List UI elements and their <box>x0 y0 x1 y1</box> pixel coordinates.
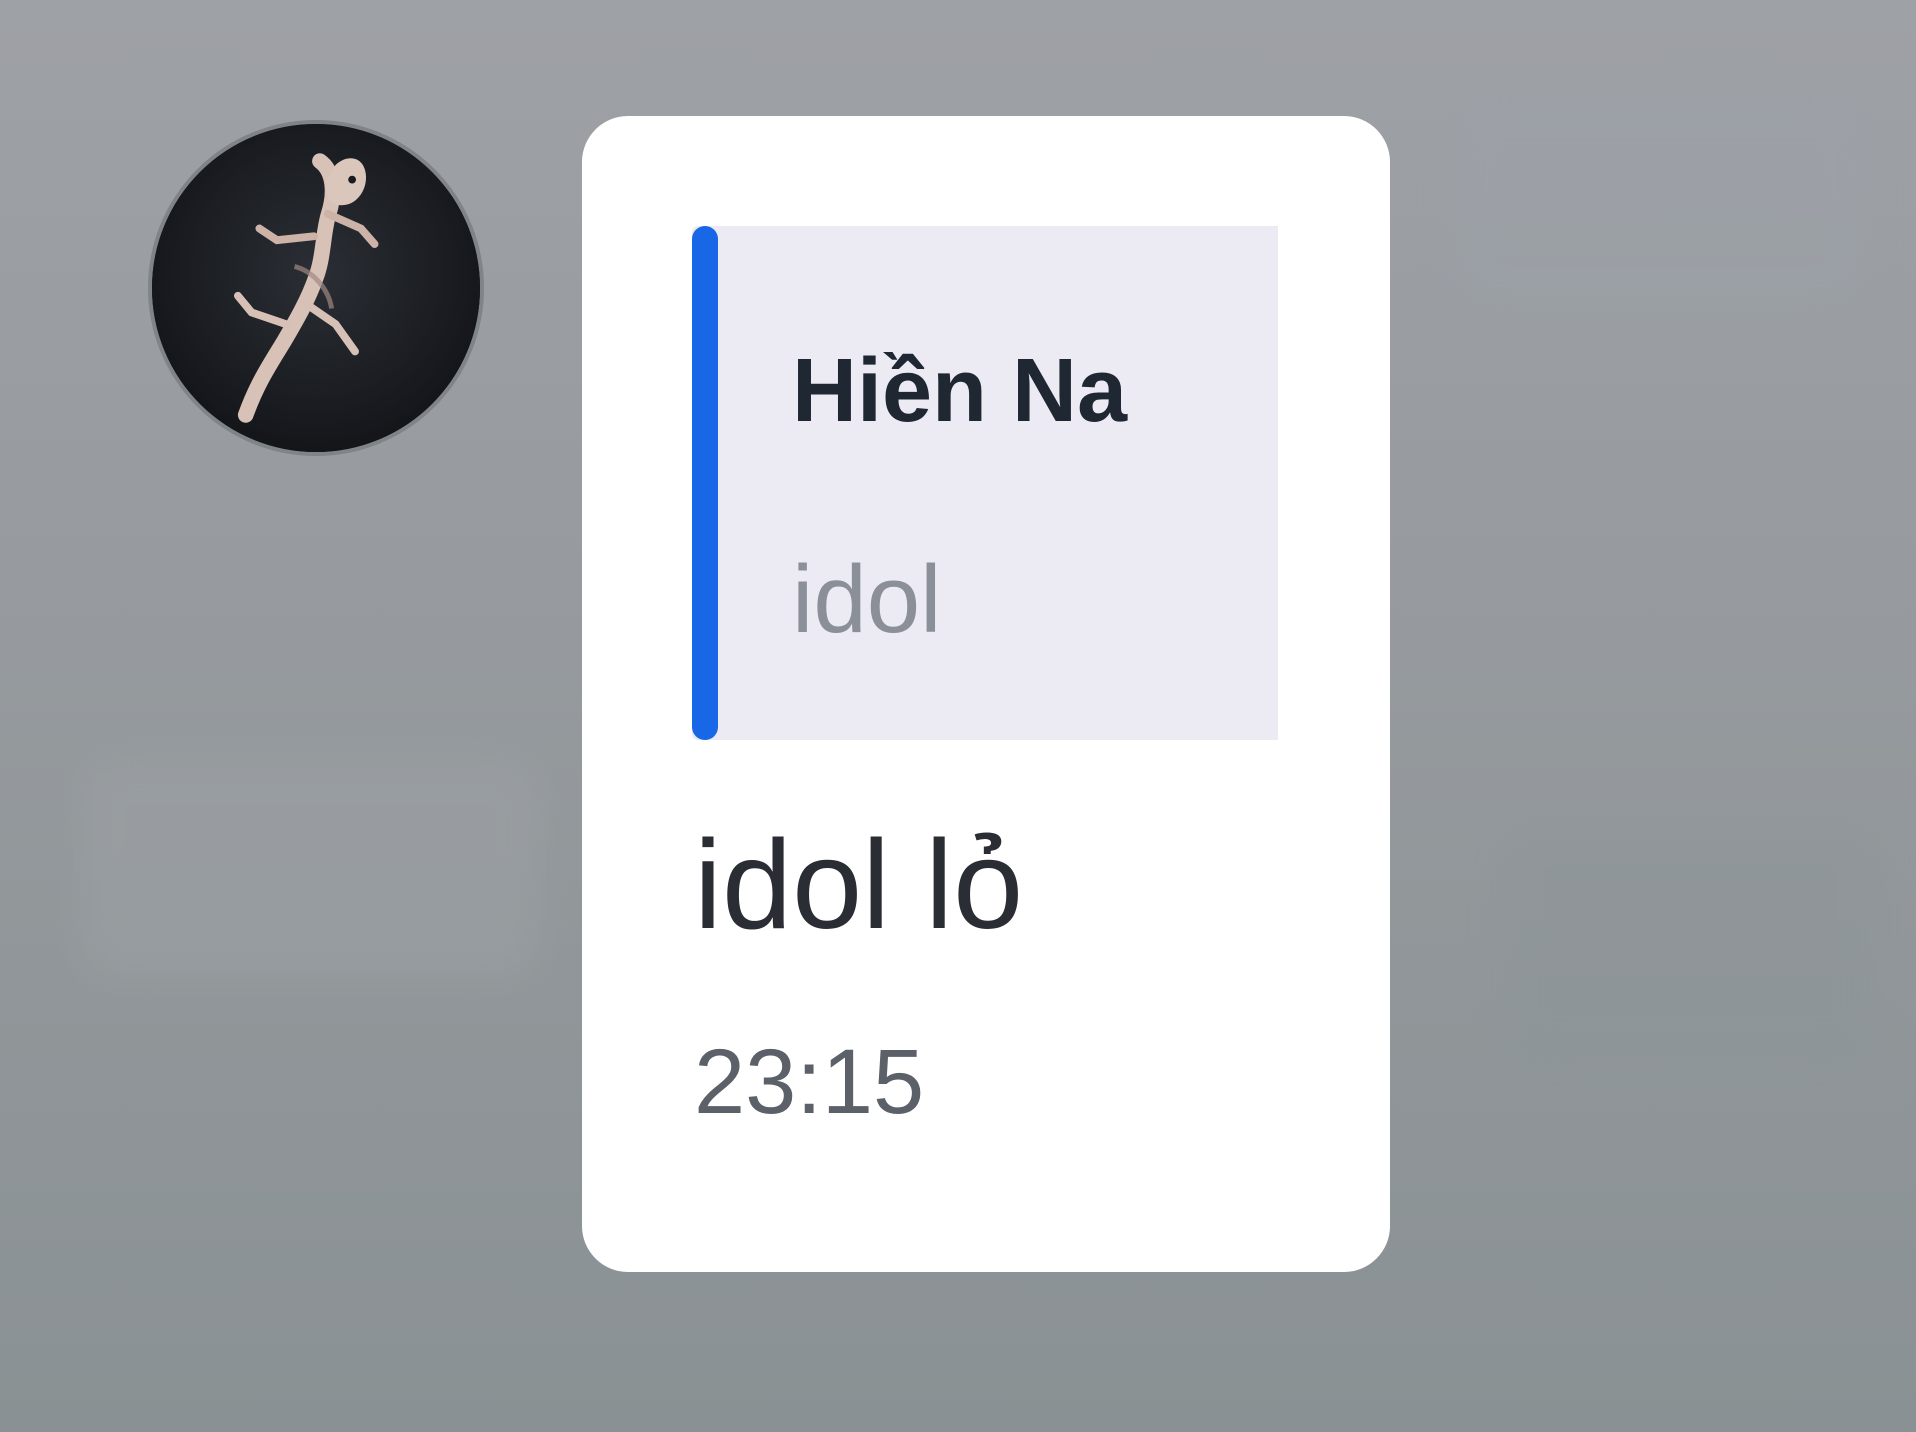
quoted-sender-name: Hiền Na <box>792 341 1128 441</box>
gecko-avatar-icon <box>152 124 480 452</box>
message-bubble[interactable]: Hiền Na idol idol lỏ 23:15 <box>582 116 1390 1272</box>
reply-quote-accent-bar <box>692 226 718 740</box>
chat-message-row: Hiền Na idol idol lỏ 23:15 <box>0 0 1916 1432</box>
message-text: idol lỏ <box>694 814 1024 955</box>
message-timestamp: 23:15 <box>694 1031 925 1133</box>
sender-avatar[interactable] <box>148 120 484 456</box>
quoted-message-text: idol <box>792 546 942 653</box>
reply-quote[interactable]: Hiền Na idol <box>692 226 1278 740</box>
